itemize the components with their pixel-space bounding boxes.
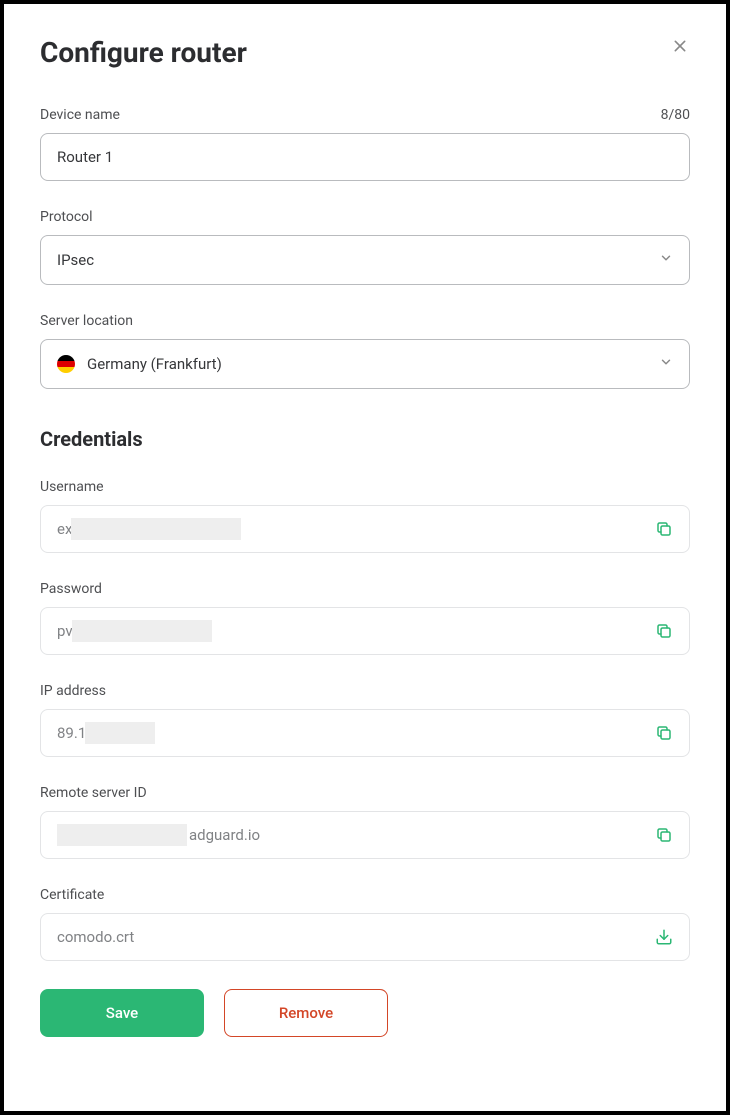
password-field: pv — [40, 607, 690, 655]
certificate-value: comodo.crt — [57, 928, 134, 946]
copy-ip-button[interactable] — [653, 722, 675, 744]
device-name-count: 8/80 — [661, 107, 690, 123]
copy-username-button[interactable] — [653, 518, 675, 540]
redacted-block — [72, 620, 212, 642]
page-title: Configure router — [40, 36, 247, 69]
remote-server-id-field: adguard.io — [40, 811, 690, 859]
ip-address-label: IP address — [40, 683, 106, 699]
remote-server-id-group: Remote server ID adguard.io — [40, 785, 690, 859]
remote-server-id-label: Remote server ID — [40, 785, 147, 801]
password-value-prefix: pv — [57, 622, 73, 640]
protocol-label: Protocol — [40, 209, 93, 225]
protocol-group: Protocol IPsec — [40, 209, 690, 285]
server-location-value: Germany (Frankfurt) — [87, 355, 222, 373]
copy-icon — [655, 724, 673, 742]
certificate-field: comodo.crt — [40, 913, 690, 961]
password-label: Password — [40, 581, 102, 597]
dialog-header: Configure router — [40, 36, 690, 69]
device-name-group: Device name 8/80 — [40, 107, 690, 181]
button-row: Save Remove — [40, 989, 690, 1037]
copy-icon — [655, 826, 673, 844]
protocol-select[interactable]: IPsec — [40, 235, 690, 285]
credentials-title: Credentials — [40, 427, 690, 451]
copy-password-button[interactable] — [653, 620, 675, 642]
username-group: Username ex — [40, 479, 690, 553]
copy-remote-server-id-button[interactable] — [653, 824, 675, 846]
ip-address-group: IP address 89.1 — [40, 683, 690, 757]
ip-address-field: 89.1 — [40, 709, 690, 757]
close-button[interactable] — [670, 36, 690, 60]
server-location-select[interactable]: Germany (Frankfurt) — [40, 339, 690, 389]
download-icon — [655, 928, 673, 946]
chevron-down-icon — [659, 355, 673, 373]
redacted-block — [71, 518, 241, 540]
password-group: Password pv — [40, 581, 690, 655]
ip-address-value-prefix: 89.1 — [57, 724, 86, 742]
device-name-label: Device name — [40, 107, 120, 123]
copy-icon — [655, 622, 673, 640]
redacted-block — [85, 722, 155, 744]
protocol-value: IPsec — [57, 251, 94, 269]
download-certificate-button[interactable] — [653, 926, 675, 948]
redacted-block — [57, 824, 187, 846]
save-button[interactable]: Save — [40, 989, 204, 1037]
close-icon — [672, 38, 688, 54]
username-field: ex — [40, 505, 690, 553]
certificate-group: Certificate comodo.crt — [40, 887, 690, 961]
remove-button[interactable]: Remove — [224, 989, 388, 1037]
username-label: Username — [40, 479, 104, 495]
server-location-label: Server location — [40, 313, 133, 329]
germany-flag-icon — [57, 355, 75, 373]
certificate-label: Certificate — [40, 887, 104, 903]
device-name-input[interactable] — [40, 133, 690, 181]
copy-icon — [655, 520, 673, 538]
remote-server-id-value-suffix: adguard.io — [189, 826, 260, 844]
chevron-down-icon — [659, 251, 673, 269]
username-value-prefix: ex — [57, 520, 72, 538]
server-location-group: Server location Germany (Frankfurt) — [40, 313, 690, 389]
